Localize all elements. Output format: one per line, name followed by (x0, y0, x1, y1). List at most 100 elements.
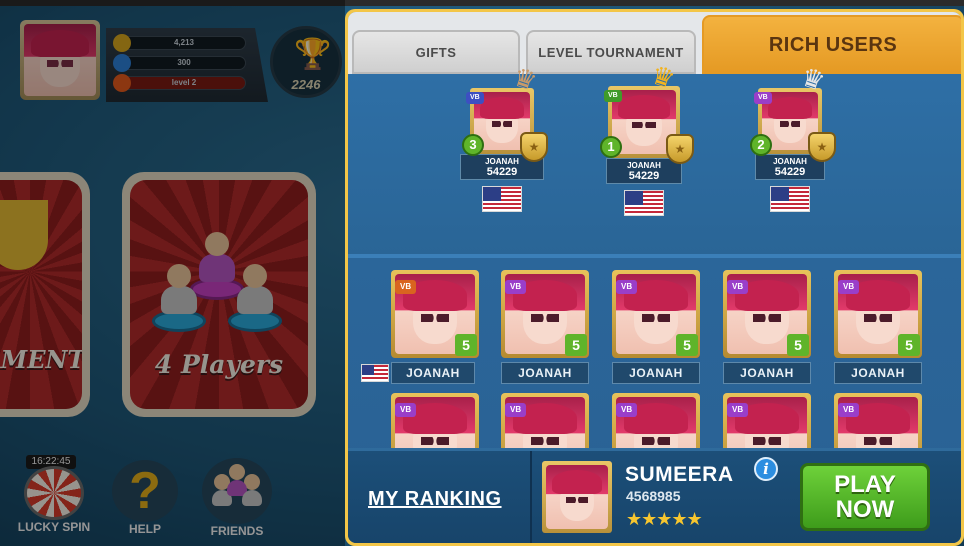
vb-badge: VB (838, 403, 860, 417)
vb-badge: VB (505, 280, 527, 294)
gem-icon (113, 54, 131, 72)
podium-avatar-2: ♛ VB 2 ★ (750, 61, 836, 162)
help-button[interactable]: ? HELP (108, 460, 182, 536)
gems-bar: 300 (113, 54, 246, 72)
podium-player-2[interactable]: ♛ VB 2 ★ JOANAH 54229 (742, 61, 838, 212)
user-avatar: VB 5 (723, 270, 811, 358)
shield-icon: ★ (808, 132, 836, 162)
level-badge: 5 (455, 334, 477, 356)
four-players-mode-art: 4 Players (130, 180, 308, 409)
question-icon: ? (112, 460, 178, 522)
level-badge: 5 (787, 334, 809, 356)
level-value: level 2 (171, 78, 197, 87)
game-screen: 4,213 300 level 2 🏆 2246 AMENT (0, 0, 964, 546)
tab-gifts[interactable]: GIFTS (352, 30, 520, 74)
podium-player-3[interactable]: ♛ VB 3 ★ JOANAH 54229 (454, 61, 550, 212)
user-avatar: VB 5 (834, 270, 922, 358)
friends-label: FRIENDS (210, 524, 264, 538)
user-card[interactable]: VB 5 JOANAH (501, 270, 589, 384)
level-icon (113, 74, 131, 92)
podium: ♛ VB 3 ★ JOANAH 54229 ♛ VB 1 ★ JOANAH 54… (348, 59, 961, 256)
vb-badge: VB (838, 280, 860, 294)
vb-badge: VB (754, 92, 772, 104)
rank-badge-3: 3 (462, 134, 484, 156)
ranked-users-grid: VB 5 JOANAH VB 5 JOANAH VB 5 JOANAH VB 5… (348, 258, 961, 481)
user-name: JOANAH (834, 362, 922, 384)
coin-icon (113, 34, 131, 52)
tab-rich-users[interactable]: RICH USERS (702, 15, 961, 74)
user-card[interactable]: VB 5 JOANAH (361, 270, 479, 384)
four-players-label: 4 Players (154, 350, 284, 379)
lucky-spin-label: LUCKY SPIN (17, 520, 91, 534)
vb-badge: VB (727, 403, 749, 417)
vb-badge: VB (604, 90, 622, 102)
coins-value: 4,213 (173, 38, 195, 47)
shield-icon: ★ (520, 132, 548, 162)
vb-badge: VB (505, 403, 527, 417)
tournament-mode-art: AMENT (0, 180, 82, 409)
help-label: HELP (128, 522, 161, 536)
play-now-line2: NOW (835, 496, 895, 523)
big-trophy-icon (0, 200, 48, 270)
play-now-line1: PLAY (834, 471, 896, 498)
user-card[interactable]: VB 5 JOANAH (723, 270, 811, 384)
user-name: JOANAH (612, 362, 700, 384)
footer-divider (530, 451, 532, 543)
user-avatar: VB 5 (391, 270, 479, 358)
user-card[interactable]: VB 5 JOANAH (612, 270, 700, 384)
user-name: JOANAH (501, 362, 589, 384)
profile-stats: 4,213 300 level 2 (106, 28, 268, 102)
podium-score: 54229 (486, 166, 518, 178)
user-avatar: VB 5 (612, 270, 700, 358)
usa-flag-icon (770, 186, 810, 212)
vb-badge: VB (727, 280, 749, 294)
level-badge: 5 (676, 334, 698, 356)
user-name: JOANAH (723, 362, 811, 384)
four-players-mode-card[interactable]: 4 Players (122, 172, 316, 417)
play-now-button[interactable]: PLAY NOW (800, 463, 930, 531)
gems-value: 300 (177, 58, 191, 67)
my-ranking-link[interactable]: MY RANKING (368, 488, 502, 511)
trophy-value: 2246 (291, 77, 321, 92)
lucky-spin-button[interactable]: LUCKY SPIN (16, 466, 92, 534)
tournament-mode-label: AMENT (0, 345, 82, 374)
leaderboard-panel-inner: GIFTS LEVEL TOURNAMENT RICH USERS ♛ VB 3… (348, 12, 961, 543)
coins-bar: 4,213 (113, 34, 246, 52)
rank-badge-1: 1 (600, 136, 622, 158)
podium-name: JOANAH (627, 161, 661, 170)
friends-button[interactable]: FRIENDS (194, 458, 280, 538)
trophy-counter[interactable]: 🏆 2246 (270, 26, 342, 98)
avatar-face (24, 24, 96, 96)
user-card[interactable]: VB 5 JOANAH (834, 270, 922, 384)
podium-player-1[interactable]: ♛ VB 1 ★ JOANAH 54229 (596, 59, 694, 216)
leaderboard-panel: GIFTS LEVEL TOURNAMENT RICH USERS ♛ VB 3… (345, 9, 964, 546)
vb-badge: VB (395, 280, 417, 294)
top-edge (0, 0, 964, 6)
friends-icon (202, 458, 272, 524)
vb-badge: VB (616, 403, 638, 417)
wheel-icon (24, 466, 84, 520)
level-badge: 5 (898, 334, 920, 356)
info-icon[interactable]: i (754, 457, 778, 481)
rank-badge-2: 2 (750, 134, 772, 156)
user-name: JOANAH (391, 362, 475, 384)
podium-avatar-1: ♛ VB 1 ★ (600, 59, 694, 164)
podium-avatar-3: ♛ VB 3 ★ (462, 61, 548, 162)
star-rating: ★★★★★ (626, 509, 703, 529)
vb-badge: VB (466, 92, 484, 104)
vb-badge: VB (395, 403, 417, 417)
podium-score: 54229 (628, 170, 660, 182)
usa-flag-icon (624, 190, 664, 216)
shield-icon: ★ (666, 134, 694, 164)
my-player-name: SUMEERA (625, 463, 734, 486)
tournament-mode-card[interactable]: AMENT (0, 172, 90, 417)
my-avatar[interactable] (542, 461, 612, 533)
level-bar: level 2 (113, 74, 246, 92)
profile-avatar[interactable] (20, 20, 100, 100)
my-player-score: 4568985 (626, 488, 681, 504)
user-avatar: VB 5 (501, 270, 589, 358)
usa-flag-icon (361, 364, 389, 382)
trophy-icon: 🏆 (294, 38, 332, 71)
level-badge: 5 (565, 334, 587, 356)
my-ranking-footer: MY RANKING SUMEERA 4568985 ★★★★★ i PLAY … (348, 448, 961, 543)
